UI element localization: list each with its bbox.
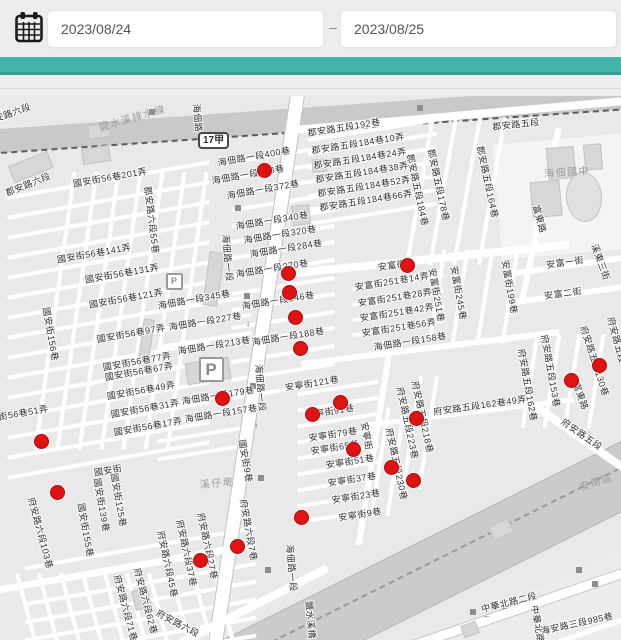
street-label: 國安街56巷97弄: [96, 321, 167, 346]
report-marker[interactable]: [193, 553, 208, 568]
report-marker[interactable]: [564, 373, 579, 388]
report-marker[interactable]: [288, 310, 303, 325]
street-label: 府安路六段103巷: [25, 496, 57, 570]
report-marker[interactable]: [333, 395, 348, 410]
report-marker[interactable]: [293, 341, 308, 356]
street-label: 安富二街: [543, 284, 582, 302]
report-marker[interactable]: [294, 510, 309, 525]
toolbar-spacer: [0, 75, 621, 96]
report-marker[interactable]: [50, 485, 65, 500]
highway-shield-17jia: 17甲: [198, 132, 229, 149]
transit-stop-icon: [235, 205, 241, 211]
divider-line: [0, 88, 621, 89]
accent-bar: [0, 57, 621, 75]
parking-icon: P: [199, 357, 224, 382]
street-label: 國安街156巷: [40, 306, 62, 362]
transit-stop-icon: [265, 567, 271, 573]
street-label: 府安路五段153巷: [538, 334, 564, 409]
road-direction-arrow: ↑: [254, 421, 258, 430]
report-marker[interactable]: [281, 266, 296, 281]
report-marker[interactable]: [230, 539, 245, 554]
street-label: 府安路五段162巷49弄: [433, 392, 528, 418]
street-label: 府安路五段: [559, 415, 605, 453]
street-label: 郡安路六段: [0, 100, 33, 128]
report-marker[interactable]: [215, 391, 230, 406]
street-label: 安富一街: [545, 253, 584, 271]
street-label: 海佃路: [190, 103, 205, 133]
place-label: 海佃國中: [544, 162, 591, 180]
date-range-toolbar: –: [0, 0, 621, 57]
street-label: 安富街199巷: [499, 259, 521, 315]
street-label: 安富街245巷: [448, 265, 470, 321]
street-label: 國安街155巷: [75, 502, 97, 558]
report-marker[interactable]: [406, 473, 421, 488]
place-label: 溪仔墘: [199, 473, 235, 491]
report-marker[interactable]: [384, 460, 399, 475]
transit-stop-icon: [576, 567, 582, 573]
report-marker[interactable]: [409, 411, 424, 426]
report-marker[interactable]: [282, 285, 297, 300]
start-date-input[interactable]: [47, 10, 324, 48]
street-label: 海佃路一段: [283, 544, 300, 592]
date-range-separator: –: [326, 19, 340, 35]
road-direction-arrow: ↓: [246, 319, 250, 328]
transit-stop-icon: [592, 581, 598, 587]
street-label: 府安路五段: [605, 315, 621, 364]
parking-icon: P: [166, 273, 183, 290]
report-marker[interactable]: [346, 442, 361, 457]
report-marker[interactable]: [400, 258, 415, 273]
end-date-input[interactable]: [340, 10, 617, 48]
street-label: 府安路六段27巷: [195, 511, 222, 580]
report-marker[interactable]: [257, 163, 272, 178]
map-canvas[interactable]: ↓↓↑←← 郡安路六段郡安路六段郡安路六段55巷海佃路海佃路一段海佃路一段海佃路…: [0, 96, 621, 640]
transit-stop-icon: [258, 475, 264, 481]
report-marker[interactable]: [592, 358, 607, 373]
transit-stop-icon: [470, 609, 476, 615]
street-label: 國安街56巷51弄: [0, 402, 49, 427]
report-marker[interactable]: [305, 407, 320, 422]
calendar-icon[interactable]: [15, 11, 43, 43]
street-label: 府安路五段162巷: [515, 348, 541, 423]
transit-stop-icon: [417, 105, 423, 111]
report-marker[interactable]: [34, 434, 49, 449]
